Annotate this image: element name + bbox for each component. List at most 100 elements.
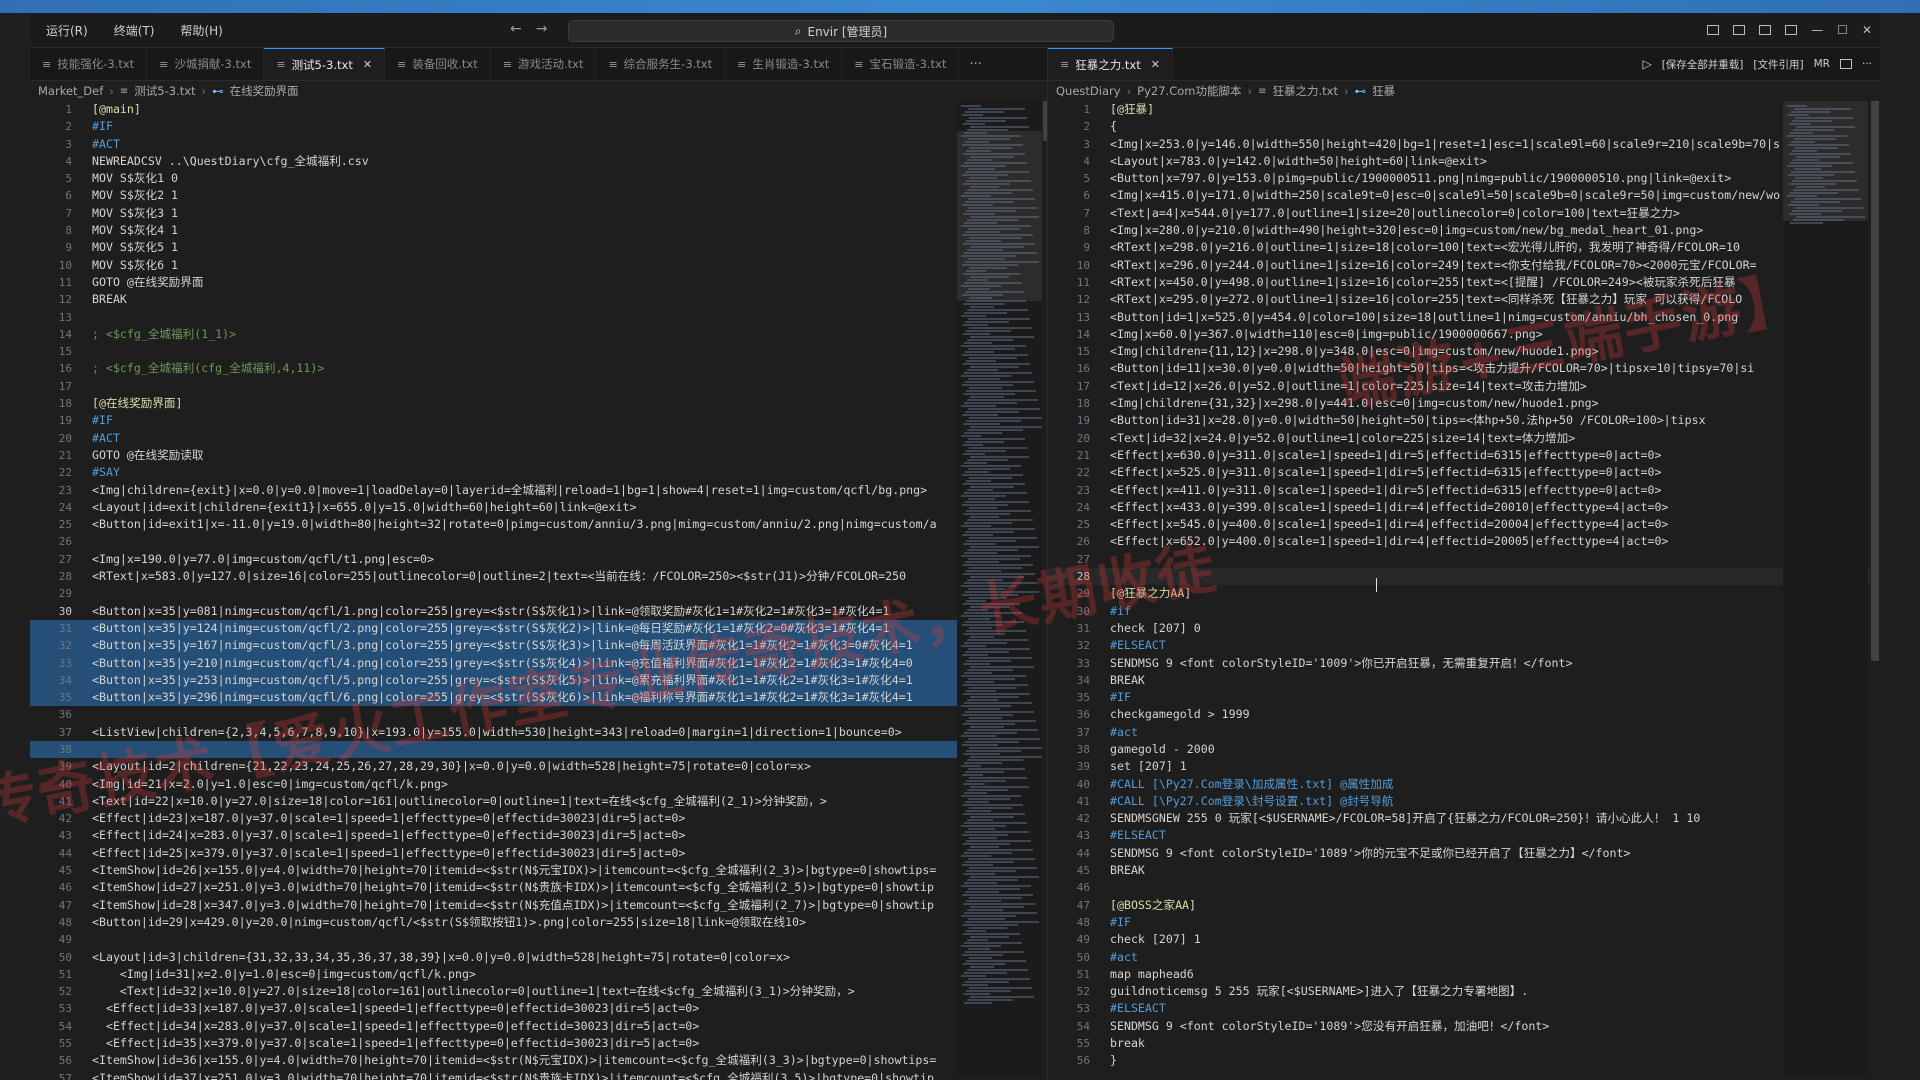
code-line[interactable]: 4 NEWREADCSV ..\QuestDiary\cfg_全城福利.csv [30, 153, 1047, 170]
breadcrumb-item[interactable]: Market_Def [38, 84, 103, 98]
code-line[interactable]: 31 <Button|x=35|y=124|nimg=custom/qcfl/2.… [30, 619, 1047, 638]
code-line[interactable]: 34 BREAK [1048, 672, 1880, 689]
left-minimap[interactable] [957, 101, 1044, 1076]
code-line[interactable]: 51 <Img|id=31|x=2.0|y=1.0|esc=0|img=cust… [30, 966, 1047, 983]
code-line[interactable]: 7 MOV S$灰化3 1 [30, 205, 1047, 222]
code-line[interactable]: 41 #CALL [\Py27.Com登录\封号设置.txt] @封号导航 [1048, 793, 1880, 810]
code-line[interactable]: 11 GOTO @在线奖励界面 [30, 274, 1047, 291]
toggle-secondary-sidebar-icon[interactable] [1759, 25, 1772, 35]
code-line[interactable]: 24 <Effect|x=433.0|y=399.0|scale=1|speed=… [1048, 499, 1880, 516]
tab-4[interactable]: ≡ 游戏活动.txt [491, 48, 597, 80]
code-line[interactable]: 27 [1048, 551, 1880, 568]
code-line[interactable]: 8 <Img|x=280.0|y=210.0|width=490|height=3… [1048, 222, 1880, 239]
code-line[interactable]: 45 BREAK [1048, 862, 1880, 879]
menu-terminal[interactable]: 终端(T) [110, 20, 159, 41]
tab-1[interactable]: ≡ 沙城捐献-3.txt [147, 48, 265, 80]
code-line[interactable]: 49 [30, 931, 1047, 948]
breadcrumb-item[interactable]: 测试5-3.txt [134, 83, 195, 99]
code-line[interactable]: 57 <ItemShow|id=37|x=251.0|y=3.0|width=70… [30, 1070, 1047, 1080]
code-line[interactable]: 45 <ItemShow|id=26|x=155.0|y=4.0|width=70… [30, 862, 1047, 879]
code-line[interactable]: 21 GOTO @在线奖励读取 [30, 447, 1047, 464]
code-line[interactable]: 15 [30, 343, 1047, 360]
code-line[interactable]: 33 <Button|x=35|y=210|nimg=custom/qcfl/4.… [30, 654, 1047, 672]
code-line[interactable]: 16 ; <$cfg_全城福利(cfg_全城福利,4,11)> [30, 360, 1047, 377]
menu-run[interactable]: 运行(R) [42, 20, 92, 41]
breadcrumb-item[interactable]: QuestDiary [1056, 84, 1121, 98]
code-line[interactable]: 32 #ELSEACT [1048, 637, 1880, 654]
save-all-reload-button[interactable]: [保存全部并重载] [1662, 57, 1744, 72]
code-line[interactable]: 27 <Img|x=190.0|y=77.0|img=custom/qcfl/t1… [30, 551, 1047, 568]
code-line[interactable]: 20 #ACT [30, 430, 1047, 447]
code-line[interactable]: 6 MOV S$灰化2 1 [30, 187, 1047, 204]
code-line[interactable]: 43 <Effect|id=24|x=283.0|y=37.0|scale=1|s… [30, 827, 1047, 844]
code-line[interactable]: 24 <Layout|id=exit|children={exit1}|x=655… [30, 499, 1047, 516]
code-line[interactable]: 5 MOV S$灰化1 0 [30, 170, 1047, 187]
code-line[interactable]: 37 #act [1048, 724, 1880, 741]
code-line[interactable]: 53 <Effect|id=33|x=187.0|y=37.0|scale=1|… [30, 1000, 1047, 1017]
run-icon[interactable]: ▷ [1642, 57, 1651, 71]
code-line[interactable]: 47 [@BOSS之家AA] [1048, 897, 1880, 914]
forward-arrow-icon[interactable]: → [536, 21, 548, 37]
code-line[interactable]: 7 <Text|a=4|x=544.0|y=177.0|outline=1|siz… [1048, 205, 1880, 222]
toggle-sidebar-icon[interactable] [1707, 25, 1720, 35]
code-line[interactable]: 42 <Effect|id=23|x=187.0|y=37.0|scale=1|s… [30, 810, 1047, 827]
code-line[interactable]: 10 MOV S$灰化6 1 [30, 257, 1047, 274]
code-line[interactable]: 22 <Effect|x=525.0|y=311.0|scale=1|speed=… [1048, 464, 1880, 481]
code-line[interactable]: 26 <Effect|x=652.0|y=400.0|scale=1|speed=… [1048, 533, 1880, 550]
code-line[interactable]: 26 [30, 533, 1047, 550]
code-line[interactable]: 31 check [207] 0 [1048, 620, 1880, 637]
file-reference-button[interactable]: [文件引用] [1753, 57, 1803, 72]
code-line[interactable]: 35 <Button|x=35|y=296|nimg=custom/qcfl/6.… [30, 689, 1047, 707]
code-line[interactable]: 5 <Button|x=797.0|y=153.0|pimg=public/190… [1048, 170, 1880, 187]
tab-5[interactable]: ≡ 综合服务生-3.txt [596, 48, 726, 80]
code-line[interactable]: 42 SENDMSGNEW 255 0 玩家[<$USERNAME>/FCOLOR… [1048, 810, 1880, 827]
right-scrollbar[interactable] [1870, 101, 1880, 1076]
close-tab-icon[interactable]: ✕ [1151, 58, 1160, 71]
code-line[interactable]: 54 <Effect|id=34|x=283.0|y=37.0|scale=1|… [30, 1018, 1047, 1035]
close-window-icon[interactable]: ✕ [1862, 23, 1872, 37]
code-line[interactable]: 17 [30, 378, 1047, 395]
code-line[interactable]: 37 <ListView|children={2,3,4,5,6,7,8,9,10… [30, 724, 1047, 741]
code-line[interactable]: 28 [1048, 568, 1880, 586]
code-line[interactable]: 53 #ELSEACT [1048, 1000, 1880, 1017]
code-line[interactable]: 30 #if [1048, 603, 1880, 620]
code-line[interactable]: 54 SENDMSG 9 <font colorStyleID='1089'>您没… [1048, 1018, 1880, 1035]
code-line[interactable]: 2 #IF [30, 118, 1047, 135]
tab-6[interactable]: ≡ 生肖锻造-3.txt [725, 48, 843, 80]
code-line[interactable]: 46 [1048, 879, 1880, 896]
close-tab-icon[interactable]: ✕ [363, 58, 372, 71]
code-line[interactable]: 52 <Text|id=32|x=10.0|y=27.0|size=18|col… [30, 983, 1047, 1000]
minimize-icon[interactable]: — [1811, 23, 1823, 37]
code-line[interactable]: 19 <Button|id=31|x=28.0|y=0.0|width=50|he… [1048, 412, 1880, 429]
code-line[interactable]: 46 <ItemShow|id=27|x=251.0|y=3.0|width=70… [30, 879, 1047, 896]
code-line[interactable]: 12 <RText|x=295.0|y=272.0|outline=1|size=… [1048, 291, 1880, 308]
split-editor-icon[interactable] [1839, 59, 1852, 69]
code-line[interactable]: 55 <Effect|id=35|x=379.0|y=37.0|scale=1|… [30, 1035, 1047, 1052]
code-line[interactable]: 47 <ItemShow|id=28|x=347.0|y=3.0|width=70… [30, 897, 1047, 914]
tab-0[interactable]: ≡ 技能强化-3.txt [30, 48, 148, 80]
code-line[interactable]: 28 <RText|x=583.0|y=127.0|size=16|color=2… [30, 568, 1047, 585]
code-line[interactable]: 25 <Effect|x=545.0|y=400.0|scale=1|speed=… [1048, 516, 1880, 533]
code-line[interactable]: 32 <Button|x=35|y=167|nimg=custom/qcfl/3.… [30, 637, 1047, 655]
command-search-box[interactable]: ⌕ Envir [管理员] [568, 20, 1114, 42]
code-line[interactable]: 36 checkgamegold > 1999 [1048, 706, 1880, 723]
code-line[interactable]: 41 <Text|id=22|x=10.0|y=27.0|size=18|colo… [30, 793, 1047, 810]
code-line[interactable]: 44 SENDMSG 9 <font colorStyleID='1089'>你的… [1048, 845, 1880, 862]
tab-7[interactable]: ≡ 宝石锻造-3.txt [842, 48, 960, 80]
code-line[interactable]: 30 <Button|x=35|y=081|nimg=custom/qcfl/1.… [30, 603, 1047, 620]
code-line[interactable]: 19 #IF [30, 412, 1047, 429]
code-line[interactable]: 18 [@在线奖励界面] [30, 395, 1047, 412]
code-line[interactable]: 9 <RText|x=298.0|y=216.0|outline=1|size=1… [1048, 239, 1880, 256]
code-line[interactable]: 44 <Effect|id=25|x=379.0|y=37.0|scale=1|s… [30, 845, 1047, 862]
maximize-icon[interactable]: ☐ [1837, 23, 1848, 37]
minimap-viewport[interactable] [1783, 101, 1868, 221]
code-line[interactable]: 38 [30, 740, 1047, 759]
code-line[interactable]: 14 <Img|x=60.0|y=367.0|width=110|esc=0|im… [1048, 326, 1880, 343]
breadcrumb-item[interactable]: 在线奖励界面 [230, 83, 299, 99]
tab-kuangbao[interactable]: ≡ 狂暴之力.txt ✕ [1048, 48, 1173, 80]
code-line[interactable]: 51 map maphead6 [1048, 966, 1880, 983]
code-line[interactable]: 3 #ACT [30, 136, 1047, 153]
code-line[interactable]: 3 <Img|x=253.0|y=146.0|width=550|height=4… [1048, 136, 1880, 153]
code-line[interactable]: 17 <Text|id=12|x=26.0|y=52.0|outline=1|co… [1048, 378, 1880, 395]
right-scroll-thumb[interactable] [1871, 101, 1879, 661]
